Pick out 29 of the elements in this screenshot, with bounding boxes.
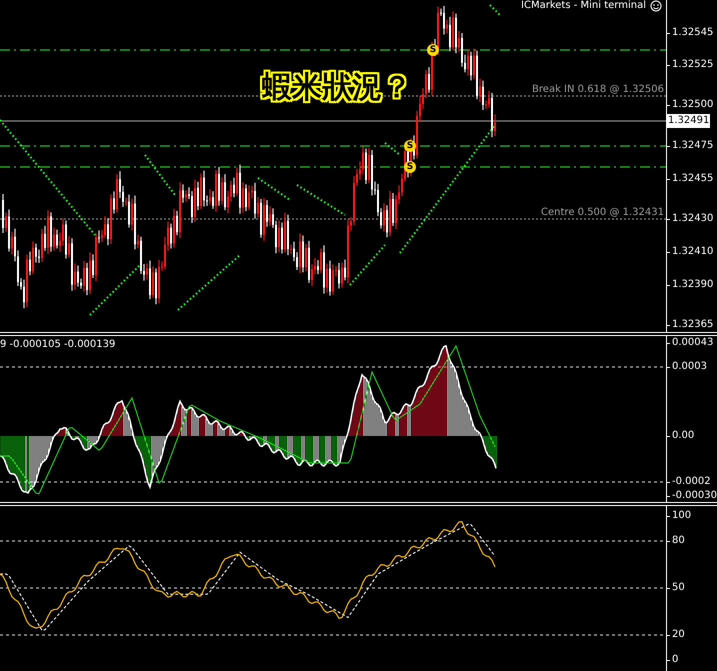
axis-label: -0.00030	[671, 489, 717, 503]
current-price-label: 1.32491	[667, 114, 710, 128]
axis-label: 1.32410	[671, 245, 714, 259]
signal-marker: S	[404, 161, 416, 173]
axis-label: 100	[671, 509, 692, 523]
axis-label: 0.0003	[671, 360, 707, 374]
signal-marker: S	[427, 44, 439, 56]
axis-label: 0	[671, 653, 678, 667]
level-label: Break IN 0.618 @ 1.32506	[532, 84, 664, 96]
axis-label: 1.32455	[671, 172, 714, 186]
annotation-text: 蝦米狀況？	[262, 70, 412, 106]
axis-label: 1.32390	[671, 278, 714, 292]
axis-label: 80	[671, 534, 685, 548]
axis-label: 1.32365	[671, 318, 714, 332]
smiley-icon	[650, 0, 662, 12]
axis-label: 0.00043	[671, 336, 714, 350]
signal-marker: S	[404, 140, 416, 152]
level-label: Centre 0.500 @ 1.32431	[541, 207, 664, 219]
axis-label: 1.32430	[671, 212, 714, 226]
axis-label: 20	[671, 628, 685, 642]
axis-label: -0.0002	[671, 475, 711, 489]
axis-label: 1.32475	[671, 139, 714, 153]
axis-label: 1.32525	[671, 58, 714, 72]
window-title: ICMarkets - Mini terminal	[521, 0, 646, 12]
axis-label: 1.32500	[671, 98, 714, 112]
axis-label: 0.00	[671, 429, 694, 443]
axis-label: 1.32545	[671, 26, 714, 40]
axis-label: 50	[671, 581, 685, 595]
macd-legend: 9 -0.000105 -0.000139	[0, 339, 116, 351]
